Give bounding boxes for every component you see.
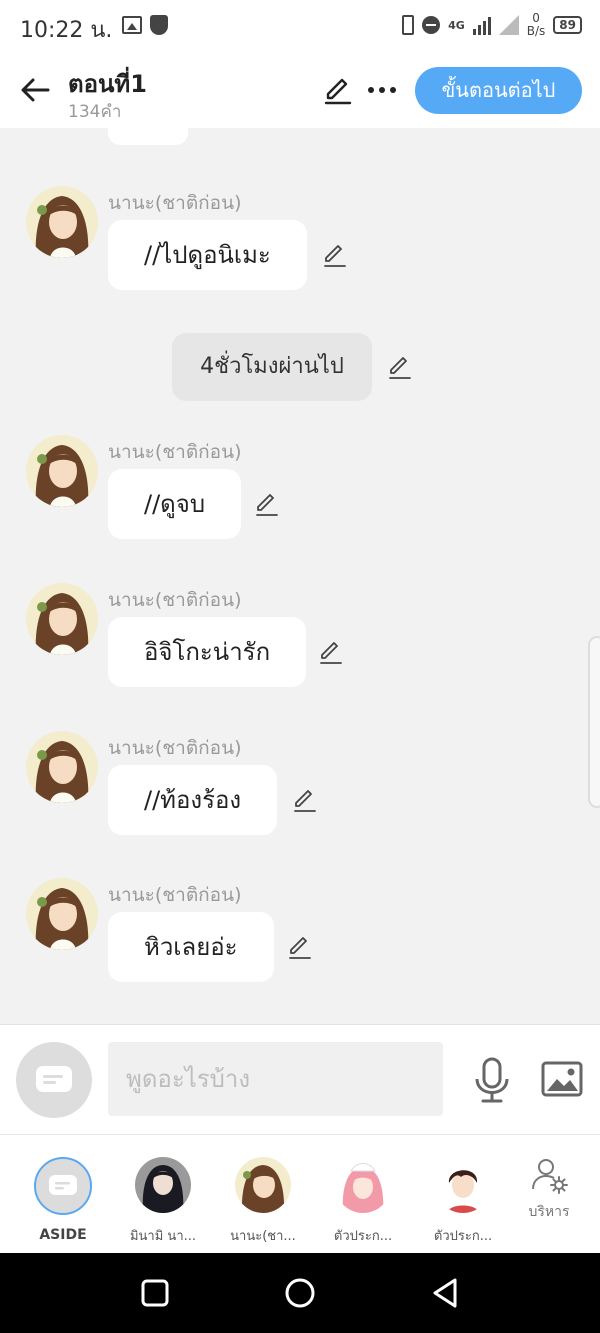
character-avatar-image (26, 583, 98, 655)
narration-bubble[interactable]: 4ชั่วโมงผ่านไป (172, 333, 372, 401)
edit-message-button[interactable] (292, 787, 318, 813)
vibrate-icon (402, 15, 415, 35)
avatar[interactable] (26, 878, 98, 950)
character-label: นานะ(ชา... (230, 1229, 296, 1244)
message-input[interactable] (108, 1042, 443, 1116)
edit-message-button[interactable] (322, 242, 348, 268)
manage-label: บริหาร (528, 1204, 570, 1220)
microphone-icon (475, 1057, 509, 1103)
back-arrow-icon (21, 78, 50, 102)
status-time: 10:22 น. (20, 18, 113, 43)
pencil-icon (324, 245, 346, 267)
previous-message-bubble (108, 128, 188, 145)
character-minami[interactable]: มินามิ นา... (113, 1157, 213, 1246)
character-label: ตัวประก... (333, 1229, 393, 1244)
sender-name: นานะ(ชาติก่อน) (108, 737, 242, 759)
message-input-bar (0, 1024, 600, 1134)
character-supporting-1[interactable]: ตัวประก... (313, 1157, 413, 1246)
character-avatar-image (26, 435, 98, 507)
character-avatar-image (435, 1157, 491, 1213)
character-avatar-image (26, 186, 98, 258)
more-options-button[interactable] (366, 74, 398, 106)
pencil-icon (324, 78, 352, 105)
triangle-back-icon (433, 1278, 457, 1308)
pencil-icon (294, 790, 316, 812)
chat-area[interactable]: นานะ(ชาติก่อน) //ไปดูอนิเมะ 4ชั่วโมงผ่าน… (0, 128, 600, 1024)
network-speed-value: 0 (532, 11, 540, 25)
avatar (135, 1157, 191, 1213)
avatar (435, 1157, 491, 1213)
message-bubble[interactable]: //ดูจบ (108, 469, 242, 539)
aside-toggle-button[interactable] (16, 1042, 92, 1118)
back-button[interactable] (18, 72, 54, 108)
character-nana[interactable]: นานะ(ชา... (213, 1157, 313, 1246)
status-bar: 10:22 น. 4G 0 B/s 89 (0, 0, 600, 56)
do-not-disturb-icon (422, 16, 441, 34)
character-selector-bar: ASIDE มินามิ นา... นานะ(ชา... ตัวประก...… (0, 1134, 600, 1253)
sender-name: นานะ(ชาติก่อน) (108, 589, 242, 611)
edit-message-button[interactable] (287, 934, 313, 960)
character-avatar-image (235, 1157, 291, 1213)
edit-title-button[interactable] (322, 74, 354, 106)
network-speed-unit: B/s (526, 24, 546, 38)
next-step-button[interactable]: ขั้นตอนต่อไป (415, 67, 582, 114)
message-bubble[interactable]: อิจิโกะน่ารัก (108, 617, 307, 687)
aside-avatar (34, 1157, 92, 1215)
word-count: 134คำ (68, 102, 122, 122)
user-settings-icon (532, 1159, 568, 1194)
edit-narration-button[interactable] (387, 354, 413, 380)
sender-name: นานะ(ชาติก่อน) (108, 441, 242, 463)
network-speed: 0 B/s (527, 12, 546, 38)
manage-characters-button[interactable]: บริหาร (499, 1155, 599, 1223)
edit-message-button[interactable] (254, 491, 280, 517)
character-supporting-2[interactable]: ตัวประก... (413, 1157, 513, 1246)
shield-icon (150, 15, 168, 35)
pencil-icon (389, 357, 411, 379)
chat-bubble-icon (36, 1066, 72, 1092)
avatar[interactable] (26, 731, 98, 803)
more-dots-icon (368, 87, 396, 93)
system-navigation-bar (0, 1253, 600, 1333)
signal-empty-icon (498, 15, 519, 35)
circle-icon (285, 1278, 315, 1308)
pencil-icon (289, 937, 311, 959)
avatar (335, 1157, 391, 1213)
pencil-icon (320, 642, 342, 664)
character-avatar-image (335, 1157, 391, 1213)
signal-icon (472, 15, 491, 35)
image-icon (541, 1061, 583, 1097)
character-avatar-image (26, 878, 98, 950)
avatar (235, 1157, 291, 1213)
character-label: มินามิ นา... (129, 1229, 197, 1244)
sender-name: นานะ(ชาติก่อน) (108, 192, 242, 214)
battery-icon: 89 (553, 16, 582, 34)
status-indicators: 4G 0 B/s 89 (402, 12, 582, 38)
voice-input-button[interactable] (472, 1055, 512, 1105)
edit-message-button[interactable] (318, 639, 344, 665)
character-avatar-image (135, 1157, 191, 1213)
gallery-notification-icon (122, 16, 142, 34)
chat-bubble-icon (49, 1175, 77, 1195)
message-bubble[interactable]: หิวเลยอ่ะ (108, 912, 274, 982)
character-label: ตัวประก... (433, 1229, 493, 1244)
side-drawer-handle[interactable] (588, 636, 600, 808)
recent-apps-button[interactable] (137, 1275, 173, 1311)
message-bubble[interactable]: //ไปดูอนิเมะ (108, 220, 307, 290)
avatar[interactable] (26, 583, 98, 655)
message-bubble[interactable]: //ท้องร้อง (108, 765, 278, 835)
character-label: ASIDE (39, 1227, 87, 1243)
character-avatar-image (26, 731, 98, 803)
manage-icon-wrapper (529, 1155, 569, 1195)
sender-name: นานะ(ชาติก่อน) (108, 884, 242, 906)
home-button[interactable] (282, 1275, 318, 1311)
avatar[interactable] (26, 186, 98, 258)
back-nav-button[interactable] (427, 1275, 463, 1311)
insert-image-button[interactable] (540, 1059, 584, 1099)
square-icon (141, 1279, 169, 1307)
network-type: 4G (448, 18, 465, 32)
character-aside[interactable]: ASIDE (13, 1157, 113, 1243)
app-header: ตอนที่1 134คำ ขั้นตอนต่อไป (0, 56, 600, 128)
avatar[interactable] (26, 435, 98, 507)
pencil-icon (256, 494, 278, 516)
